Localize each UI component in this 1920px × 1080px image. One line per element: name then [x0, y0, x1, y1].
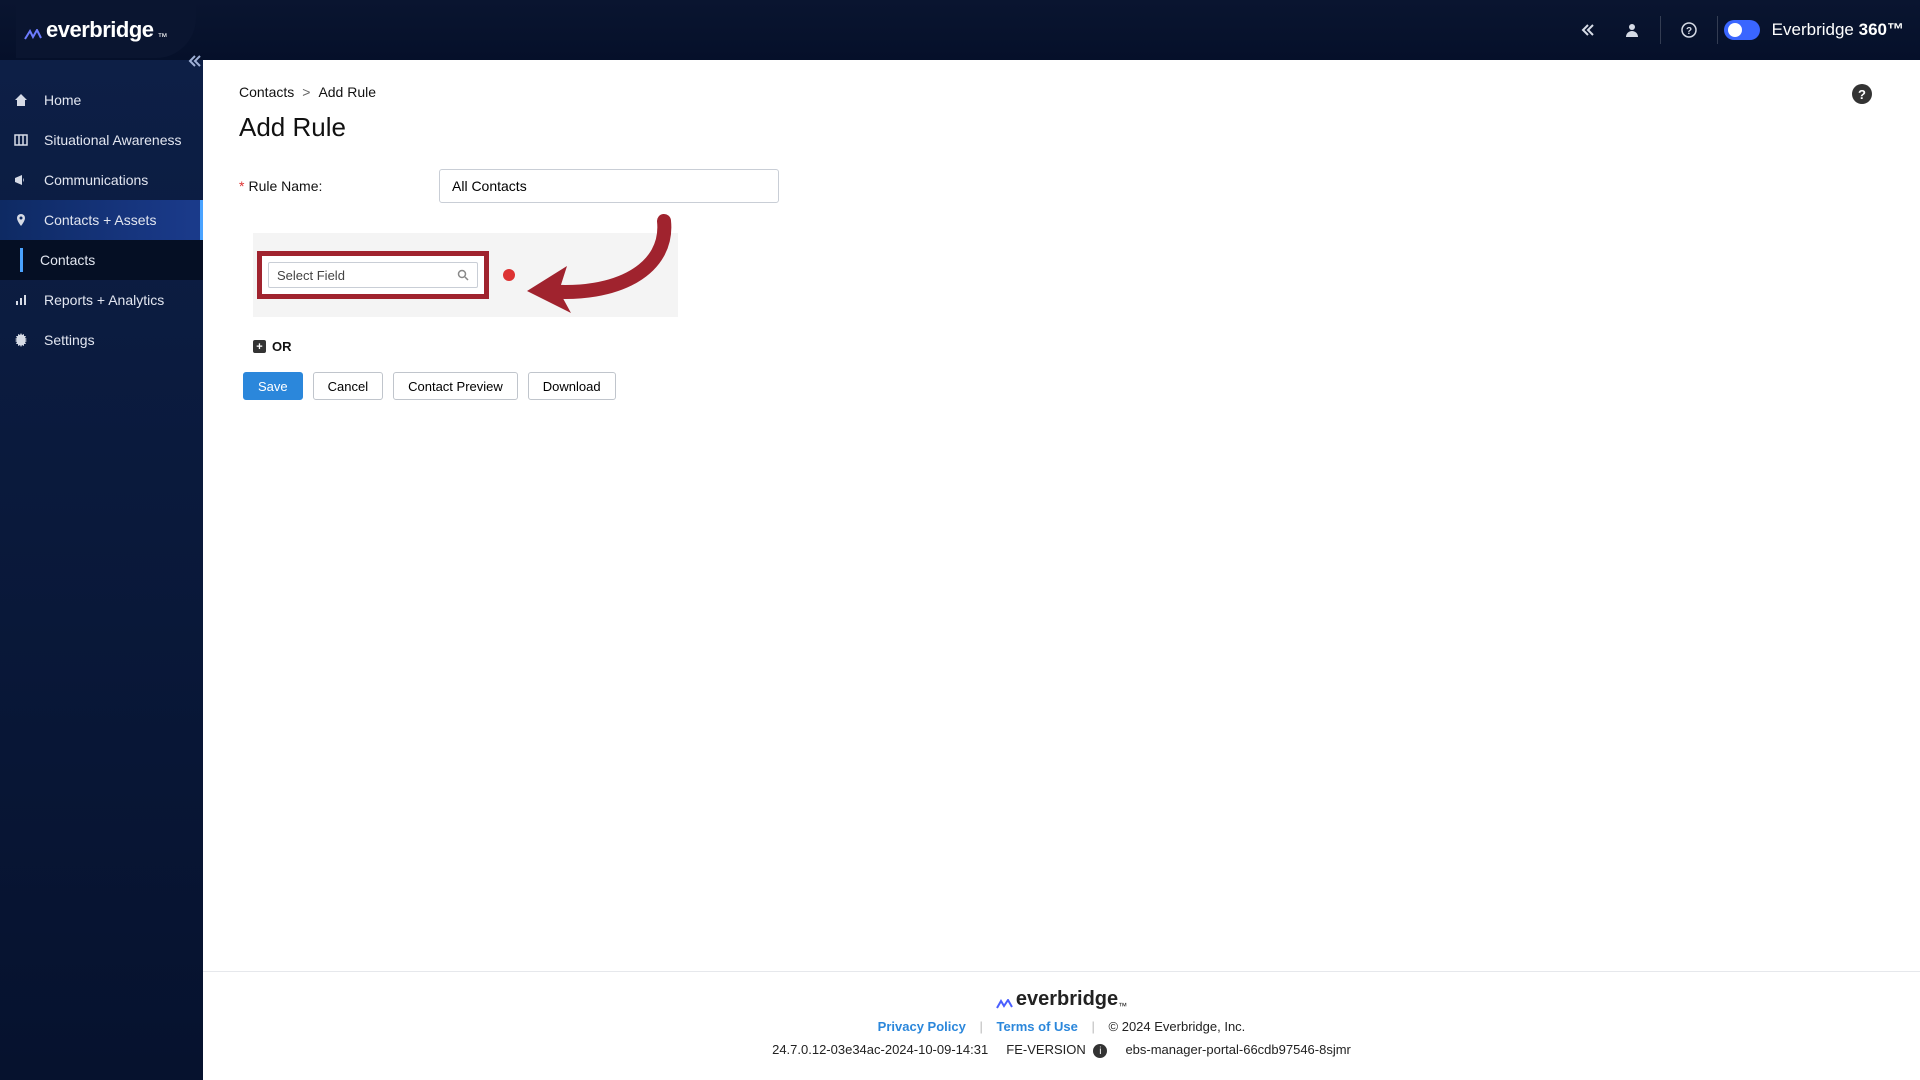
breadcrumb: Contacts > Add Rule [239, 84, 1884, 100]
brand-mark-icon [996, 999, 1014, 1011]
sidebar-item-label: Settings [44, 332, 95, 348]
rule-condition-block: Select Field [253, 233, 678, 317]
cancel-button[interactable]: Cancel [313, 372, 383, 400]
page-footer: everbridge ™ Privacy Policy | Terms of U… [203, 971, 1920, 1080]
help-icon[interactable]: ? [1667, 8, 1711, 52]
page-help-icon[interactable]: ? [1852, 84, 1872, 104]
select-field-dropdown[interactable]: Select Field [268, 262, 478, 288]
fe-version-label: FE-VERSION [1006, 1042, 1085, 1057]
sidebar-item-label: Contacts + Assets [44, 212, 156, 228]
sidebar-item-communications[interactable]: Communications [0, 160, 203, 200]
sidebar-item-contacts-assets[interactable]: Contacts + Assets [0, 200, 203, 240]
chart-icon [14, 293, 30, 307]
sidebar-item-label: Reports + Analytics [44, 292, 164, 308]
node-id: ebs-manager-portal-66cdb97546-8sjmr [1125, 1042, 1350, 1057]
sidebar-item-situational-awareness[interactable]: Situational Awareness [0, 120, 203, 160]
home-icon [14, 93, 30, 107]
terms-of-use-link[interactable]: Terms of Use [996, 1019, 1077, 1034]
collapse-header-icon[interactable] [1566, 8, 1610, 52]
sidebar-collapse-icon[interactable] [187, 54, 201, 68]
svg-text:?: ? [1686, 26, 1692, 37]
brand-mark-icon [24, 29, 42, 43]
rule-name-input[interactable] [439, 169, 779, 203]
breadcrumb-sep: > [302, 84, 310, 100]
info-icon[interactable]: i [1093, 1044, 1107, 1058]
mode-toggle[interactable] [1724, 20, 1760, 40]
sidebar-subitem-contacts[interactable]: Contacts [0, 240, 203, 280]
page-title: Add Rule [239, 112, 1884, 143]
sidebar: Home Situational Awareness Communication… [0, 60, 203, 1080]
select-field-placeholder: Select Field [277, 268, 345, 283]
brand-tm: ™ [158, 32, 168, 43]
product-name: Everbridge 360™ [1772, 20, 1904, 40]
divider: | [979, 1019, 982, 1034]
brand-name: everbridge [46, 17, 154, 43]
search-icon [457, 269, 469, 281]
breadcrumb-current: Add Rule [318, 84, 376, 100]
product-suffix: 360™ [1859, 20, 1904, 39]
download-button[interactable]: Download [528, 372, 616, 400]
gear-icon [14, 333, 30, 347]
sidebar-item-label: Situational Awareness [44, 132, 182, 148]
pin-icon [14, 213, 30, 227]
divider [1717, 16, 1718, 44]
top-header: everbridge ™ ? Everbridge 360™ [0, 0, 1920, 60]
brand-logo[interactable]: everbridge ™ [16, 3, 196, 58]
rule-name-label: *Rule Name: [239, 178, 439, 194]
megaphone-icon [14, 173, 30, 187]
privacy-policy-link[interactable]: Privacy Policy [878, 1019, 966, 1034]
user-icon[interactable] [1610, 8, 1654, 52]
product-name-text: Everbridge [1772, 20, 1854, 39]
sidebar-subitem-label: Contacts [40, 252, 95, 268]
rule-name-label-text: Rule Name: [248, 178, 322, 194]
or-label: OR [272, 339, 292, 354]
sidebar-item-settings[interactable]: Settings [0, 320, 203, 360]
sidebar-item-label: Home [44, 92, 81, 108]
divider: | [1092, 1019, 1095, 1034]
map-icon [14, 133, 30, 147]
footer-logo: everbridge ™ [203, 988, 1920, 1011]
footer-brand-tm: ™ [1118, 1001, 1127, 1011]
breadcrumb-root[interactable]: Contacts [239, 84, 294, 100]
error-icon [503, 269, 515, 281]
add-or-condition[interactable]: + OR [253, 339, 1884, 354]
footer-brand-name: everbridge [1016, 988, 1118, 1011]
plus-icon: + [253, 340, 266, 353]
copyright-text: © 2024 Everbridge, Inc. [1109, 1019, 1246, 1034]
sidebar-item-label: Communications [44, 172, 148, 188]
sidebar-submenu: Contacts [0, 240, 203, 280]
save-button[interactable]: Save [243, 372, 303, 400]
sidebar-item-home[interactable]: Home [0, 80, 203, 120]
build-version: 24.7.0.12-03e34ac-2024-10-09-14:31 [772, 1042, 988, 1057]
divider [1660, 16, 1661, 44]
select-field-highlight: Select Field [257, 251, 489, 299]
sidebar-item-reports-analytics[interactable]: Reports + Analytics [0, 280, 203, 320]
contact-preview-button[interactable]: Contact Preview [393, 372, 518, 400]
page-content: ? Contacts > Add Rule Add Rule *Rule Nam… [203, 60, 1920, 971]
